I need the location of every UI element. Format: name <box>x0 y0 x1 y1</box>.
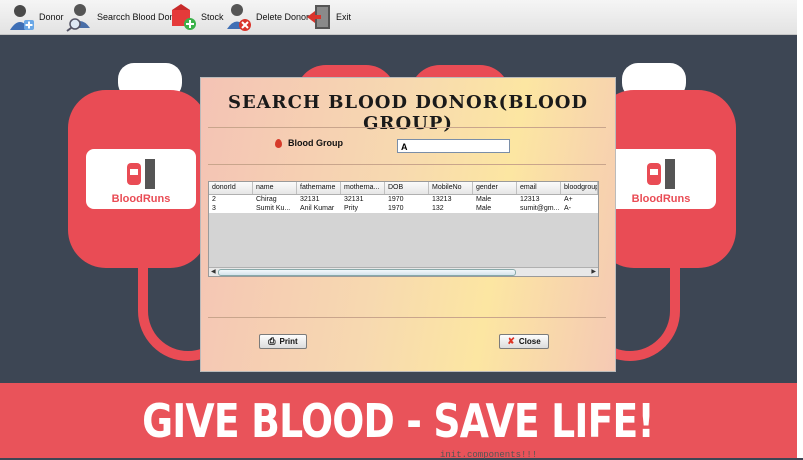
right-bag-label: BloodRuns <box>606 149 716 209</box>
print-button[interactable]: ⎙ Print <box>259 334 307 349</box>
search-blood-donor-button[interactable]: Searcch Blood Donor <box>66 2 183 32</box>
table-cell: sumit@gm... <box>520 205 560 212</box>
table-cell: Anil Kumar <box>300 205 335 212</box>
exit-door-icon <box>305 2 333 32</box>
exit-button-label: Exit <box>336 12 352 22</box>
bag-logo-icon <box>127 159 155 189</box>
table-cell: 12313 <box>520 196 540 203</box>
table-cell: 13213 <box>432 196 452 203</box>
donor-table: donorId name fathername motherna... DOB Mobil… <box>208 181 599 277</box>
scroll-thumb[interactable] <box>218 269 516 276</box>
close-button[interactable]: ✘ Close <box>499 334 549 349</box>
table-cell: 132 <box>432 205 444 212</box>
horizontal-scrollbar[interactable]: ◀ ▶ <box>209 267 598 276</box>
column-header[interactable]: gender <box>473 182 517 194</box>
table-cell: 1970 <box>388 205 404 212</box>
blood-drop-icon <box>275 138 282 148</box>
code-fragment: init.components!!! <box>440 450 538 460</box>
divider-mid <box>208 164 606 165</box>
delete-donor-label: Delete Donor <box>256 12 310 22</box>
donor-button-label: Donor <box>39 12 64 22</box>
column-header[interactable]: bloodgroup <box>561 182 598 194</box>
table-cell: Chirag <box>256 196 277 203</box>
table-cell: 32131 <box>300 196 320 203</box>
table-cell: Male <box>476 196 492 203</box>
left-bag-label: BloodRuns <box>86 149 196 209</box>
table-cell: 2 <box>212 196 216 203</box>
column-header[interactable]: motherna... <box>341 182 385 194</box>
divider-top <box>208 127 606 128</box>
column-header[interactable]: fathername <box>297 182 341 194</box>
delete-donor-button[interactable]: Delete Donor <box>225 2 309 32</box>
stock-button-label: Stock <box>201 12 224 22</box>
printer-icon: ⎙ <box>268 336 276 346</box>
table-row[interactable]: 2 Chirag 32131 32131 1970 13213 Male 12313 A+ <box>209 195 598 204</box>
person-add-icon <box>8 2 36 32</box>
table-row[interactable]: 3 Sumit Ku... Anil Kumar Prity 1970 132 Male su… <box>209 204 598 213</box>
column-header[interactable]: email <box>517 182 561 194</box>
blood-group-label: Blood Group <box>288 138 343 148</box>
close-icon: ✘ <box>507 336 515 346</box>
table-cell: Prity <box>344 205 358 212</box>
column-header[interactable]: MobileNo <box>429 182 473 194</box>
column-header[interactable]: DOB <box>385 182 429 194</box>
blood-group-input[interactable]: A <box>397 139 510 153</box>
table-cell: Sumit Ku... <box>256 205 291 212</box>
table-cell: A+ <box>564 196 573 203</box>
donor-button[interactable]: Donor <box>8 2 64 32</box>
delete-user-icon <box>225 2 253 32</box>
give-blood-banner: GIVE BLOOD - SAVE LIFE! <box>0 383 797 458</box>
print-button-label: Print <box>279 337 298 346</box>
divider-bottom <box>208 317 606 318</box>
window-edge <box>797 0 803 458</box>
exit-button[interactable]: Exit <box>305 2 351 32</box>
search-user-icon <box>66 2 94 32</box>
column-header[interactable]: name <box>253 182 297 194</box>
stock-icon <box>170 2 198 32</box>
column-header[interactable]: donorId <box>209 182 253 194</box>
scroll-right-icon[interactable]: ▶ <box>591 268 596 276</box>
blood-group-label-row: Blood Group <box>275 138 343 148</box>
banner-text: GIVE BLOOD - SAVE LIFE! <box>142 393 656 448</box>
table-cell: 1970 <box>388 196 404 203</box>
table-cell: 32131 <box>344 196 364 203</box>
table-body: 2 Chirag 32131 32131 1970 13213 Male 12313 A+ 3 Su… <box>209 195 598 213</box>
table-cell: Male <box>476 205 492 212</box>
table-header: donorId name fathername motherna... DOB Mobil… <box>209 182 598 195</box>
search-dialog: SEARCH BLOOD DONOR(BLOOD GROUP) Blood Gr… <box>200 77 616 372</box>
left-bag-brand: BloodRuns <box>111 193 171 205</box>
close-button-label: Close <box>518 337 541 346</box>
scroll-left-icon[interactable]: ◀ <box>211 268 216 276</box>
stock-button[interactable]: Stock <box>170 2 224 32</box>
table-cell: 3 <box>212 205 216 212</box>
bag-logo-icon <box>647 159 675 189</box>
table-cell: A- <box>564 205 571 212</box>
main-toolbar: Donor Searcch Blood Donor Stock Delete D… <box>0 0 797 35</box>
right-bag-brand: BloodRuns <box>631 193 691 205</box>
